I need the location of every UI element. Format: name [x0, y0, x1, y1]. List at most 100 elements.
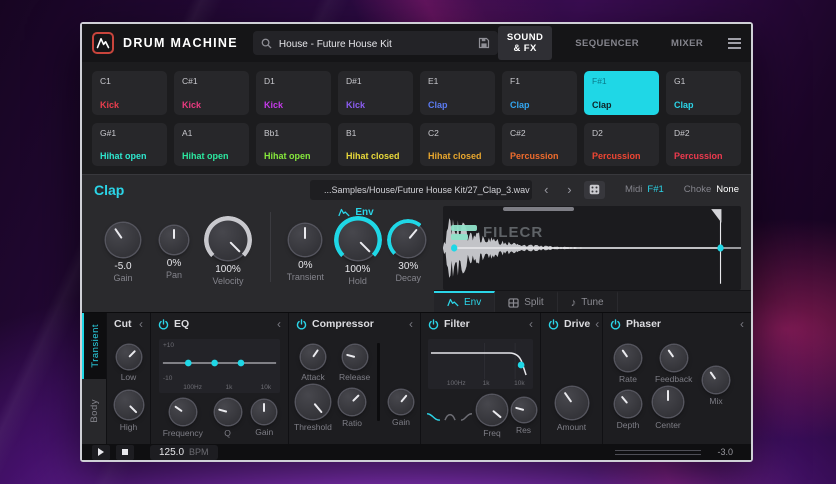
decay-knob[interactable]: 30% Decay [391, 223, 425, 283]
tab-mixer[interactable]: MIXER [662, 32, 712, 55]
output-level-slider[interactable] [615, 450, 701, 455]
collapse-phaser-icon[interactable]: ‹ [740, 318, 744, 330]
transient-knob[interactable]: 0% Transient [287, 224, 324, 282]
pan-knob[interactable]: 0% Pan [160, 226, 188, 280]
drive-amount-knob[interactable]: Amount [556, 387, 588, 432]
phaser-rate-knob[interactable]: Rate [615, 345, 641, 384]
fx-rack: Transient Body Cut‹ Low High EQ ‹ +10 -1… [82, 312, 751, 444]
play-icon [98, 448, 104, 456]
bandpass-icon[interactable] [444, 411, 457, 422]
envelope-start-handle [451, 244, 457, 251]
pad-sample-name: Hihat open [182, 151, 241, 161]
tab-tune[interactable]: ♪ Tune [558, 291, 618, 312]
envelope-icon [338, 208, 350, 217]
drum-pad-gsharp1[interactable]: G#1Hihat open [92, 123, 167, 167]
drum-pad-c1[interactable]: C1Kick [92, 71, 167, 115]
filter-type-buttons [426, 411, 473, 422]
collapse-filter-icon[interactable]: ‹ [529, 318, 533, 330]
drum-pad-fsharp1-selected[interactable]: F#1Clap [584, 71, 659, 115]
filter-res-knob[interactable]: Res [512, 398, 536, 435]
drum-pad-f1[interactable]: F1Clap [502, 71, 577, 115]
bpm-field[interactable]: 125.0 BPM [150, 445, 218, 460]
collapse-drive-icon[interactable]: ‹ [595, 318, 599, 330]
eq-display[interactable]: +10 -10 100Hz 1k 10k [159, 339, 280, 393]
collapse-cut-icon[interactable]: ‹ [139, 318, 143, 330]
main-nav: SOUND & FX SEQUENCER MIXER [498, 26, 712, 60]
phaser-depth-knob[interactable]: Depth [615, 391, 641, 430]
collapse-compressor-icon[interactable]: ‹ [409, 318, 413, 330]
pad-note: D1 [264, 76, 323, 86]
note-icon: ♪ [571, 297, 577, 309]
app-title: DRUM MACHINE [123, 36, 238, 50]
phaser-mix-knob[interactable]: Mix [703, 367, 729, 406]
midi-value[interactable]: F#1 [647, 184, 663, 195]
eq-q-knob[interactable]: Q [215, 399, 241, 438]
compressor-gain-knob[interactable]: Gain [389, 390, 413, 427]
drum-pad-csharp2[interactable]: C#2Percussion [502, 123, 577, 167]
drive-power-icon[interactable] [548, 319, 559, 330]
compressor-attack-knob[interactable]: Attack [301, 345, 325, 382]
drum-pad-d1[interactable]: D1Kick [256, 71, 331, 115]
tab-env[interactable]: Env [434, 291, 495, 312]
cut-section: Cut‹ Low High [106, 313, 150, 444]
eq-frequency-knob[interactable]: Frequency [163, 399, 203, 438]
drum-pad-e1[interactable]: E1Clap [420, 71, 495, 115]
gain-reduction-meter [377, 343, 380, 421]
phaser-feedback-knob[interactable]: Feedback [655, 345, 692, 384]
drum-pad-b1[interactable]: B1Hihat closed [338, 123, 413, 167]
filter-display[interactable]: 100Hz 1k 10k [428, 339, 533, 389]
drum-pad-d2[interactable]: D2Percussion [584, 123, 659, 167]
stop-button[interactable] [116, 445, 134, 460]
compressor-release-knob[interactable]: Release [339, 345, 370, 382]
pad-note: C2 [428, 128, 487, 138]
compressor-threshold-knob[interactable]: Threshold [294, 385, 332, 432]
drum-pad-c2[interactable]: C2Hihat closed [420, 123, 495, 167]
highpass-icon[interactable] [460, 411, 473, 422]
velocity-knob[interactable]: 100% Velocity [208, 220, 248, 286]
drum-pad-g1[interactable]: G1Clap [666, 71, 741, 115]
menu-icon[interactable] [728, 38, 741, 49]
drum-pad-bb1[interactable]: Bb1Hihat open [256, 123, 331, 167]
collapse-eq-icon[interactable]: ‹ [277, 318, 281, 330]
next-sample-button[interactable]: › [561, 180, 578, 200]
pad-sample-name: Clap [428, 100, 487, 110]
compressor-ratio-knob[interactable]: Ratio [339, 389, 365, 428]
kit-search-input[interactable]: House - Future House Kit [253, 31, 498, 55]
drum-pad-dsharp2[interactable]: D#2Percussion [666, 123, 741, 167]
envelope-icon [447, 298, 459, 307]
sample-path-field[interactable]: ...Samples/House/Future House Kit/27_Cla… [310, 180, 532, 200]
choke-value[interactable]: None [716, 184, 739, 195]
lowpass-icon[interactable] [426, 411, 441, 422]
save-kit-icon[interactable] [478, 37, 490, 49]
pad-sample-name: Hihat closed [346, 151, 405, 161]
compressor-power-icon[interactable] [296, 319, 307, 330]
pad-note: C#1 [182, 76, 241, 86]
gain-knob[interactable]: -5.0 Gain [106, 223, 140, 283]
tab-sequencer[interactable]: SEQUENCER [566, 32, 648, 55]
tab-body-layer[interactable]: Body [82, 379, 106, 445]
tab-split[interactable]: Split [495, 291, 557, 312]
filter-freq-knob[interactable]: Freq [477, 395, 507, 438]
prev-sample-button[interactable]: ‹ [538, 180, 555, 200]
waveform-scrollbar[interactable] [503, 207, 575, 211]
drum-pad-a1[interactable]: A1Hihat open [174, 123, 249, 167]
layer-tabs: Transient Body [82, 313, 106, 444]
phaser-center-knob[interactable]: Center [653, 387, 683, 430]
pad-sample-name: Hihat open [100, 151, 159, 161]
eq-power-icon[interactable] [158, 319, 169, 330]
waveform-display[interactable]: FILECR [443, 206, 741, 290]
drum-pad-csharp1[interactable]: C#1Kick [174, 71, 249, 115]
tab-transient-layer[interactable]: Transient [82, 313, 106, 379]
random-sample-icon[interactable] [584, 181, 605, 199]
filter-power-icon[interactable] [428, 319, 439, 330]
play-button[interactable] [92, 445, 110, 460]
cut-low-knob[interactable]: Low [117, 345, 141, 382]
phaser-power-icon[interactable] [610, 319, 621, 330]
cut-high-knob[interactable]: High [115, 391, 143, 432]
eq-band3-handle [238, 360, 245, 367]
drum-pad-dsharp1[interactable]: D#1Kick [338, 71, 413, 115]
watermark-icon [451, 225, 477, 240]
eq-gain-knob[interactable]: Gain [252, 400, 276, 437]
tab-sound-and-fx[interactable]: SOUND & FX [498, 26, 552, 60]
hold-knob[interactable]: 100% Hold [338, 220, 378, 286]
